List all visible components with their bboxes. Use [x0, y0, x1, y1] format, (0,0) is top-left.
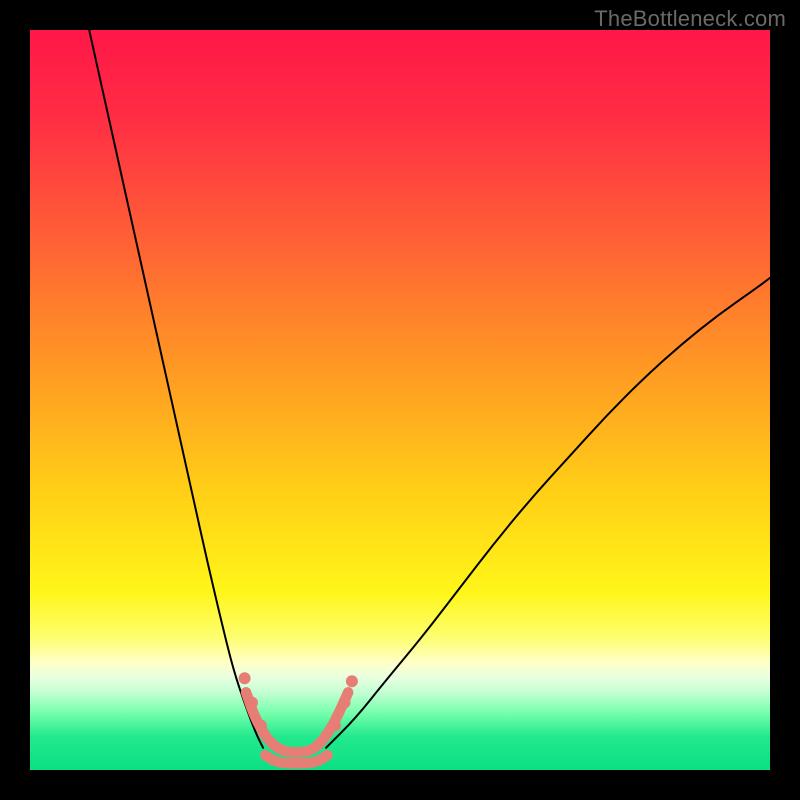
valley-dot-3: [329, 720, 341, 732]
plot-area: [30, 30, 770, 770]
valley-dot-5: [346, 675, 358, 687]
curves-layer: [30, 30, 770, 770]
valley-dot-4: [339, 697, 351, 709]
series-left-branch: [89, 30, 263, 748]
chart-frame: TheBottleneck.com: [0, 0, 800, 800]
valley-dot-0: [239, 672, 251, 684]
valley-dot-1: [246, 697, 258, 709]
watermark-text: TheBottleneck.com: [594, 6, 786, 32]
valley-dot-2: [255, 720, 267, 732]
series-right-branch: [326, 278, 770, 748]
